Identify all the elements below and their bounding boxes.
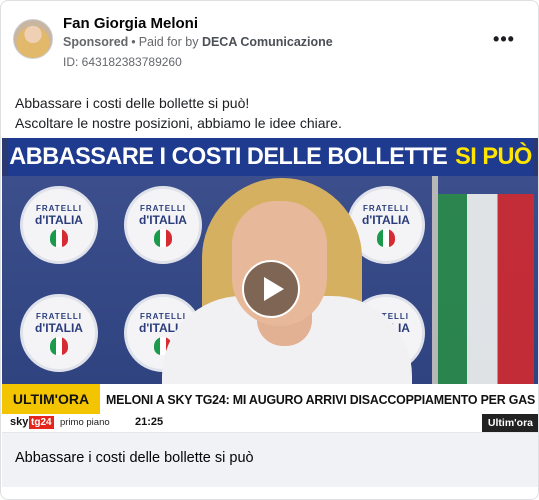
footer-title: Abbassare i costi delle bollette si può xyxy=(15,450,254,466)
page-name[interactable]: Fan Giorgia Meloni xyxy=(63,15,198,32)
flame-icon xyxy=(50,228,68,247)
more-icon: ••• xyxy=(493,29,515,49)
payer-name: DECA Comunicazione xyxy=(201,35,333,49)
ticker-text: MELONI A SKY TG24: MI AUGURO ARRIVI DISA… xyxy=(106,391,536,407)
ad-card: Fan Giorgia Meloni Sponsored • Paid for by… xyxy=(0,0,539,500)
ticker-label: ULTIM'ORA xyxy=(2,384,100,414)
paid-for-prefix: Paid for by xyxy=(138,35,199,49)
post-text-line-2: Ascoltare le nostre posizioni, abbiamo l… xyxy=(15,115,342,131)
logo-text-top: FRATELLI xyxy=(35,311,83,321)
page-avatar[interactable] xyxy=(13,19,53,59)
link-footer[interactable]: Abbassare i costi delle bollette si può xyxy=(2,432,538,487)
ad-id: ID: 643182383789260 xyxy=(63,55,182,69)
headline-white-text: ABBASSARE I COSTI DELLE BOLLETTE xyxy=(9,143,448,170)
headline-yellow-text: SI PUÒ xyxy=(455,143,532,170)
channel-strip: sky tg24 primo piano 21:25 Ultim'ora xyxy=(2,414,538,432)
italian-flag xyxy=(438,194,534,384)
video-player[interactable]: ABBASSARE I COSTI DELLE BOLLETTE SI PUÒ … xyxy=(2,138,538,432)
party-logo: FRATELLI d'ITALIA xyxy=(20,294,98,372)
logo-text-bottom: d'ITALIA xyxy=(35,212,83,227)
ultimora-badge: Ultim'ora xyxy=(481,414,538,432)
sponsored-label: Sponsored xyxy=(63,35,129,49)
program-name: primo piano xyxy=(60,417,110,428)
video-headline: ABBASSARE I COSTI DELLE BOLLETTE SI PUÒ xyxy=(8,138,533,176)
logo-text-bottom: d'ITALIA xyxy=(35,320,83,335)
more-options-button[interactable]: ••• xyxy=(490,25,518,53)
post-text-line-1: Abbassare i costi delle bollette si può! xyxy=(15,95,250,111)
party-logo: FRATELLI d'ITALIA xyxy=(20,186,98,264)
separator-dot: • xyxy=(131,35,136,49)
sky-logo: sky xyxy=(10,416,29,428)
sponsor-line: Sponsored • Paid for by DECA Comunicazione xyxy=(63,35,333,49)
post-text: Abbassare i costi delle bollette si può!… xyxy=(15,93,342,133)
post-header: Fan Giorgia Meloni Sponsored • Paid for by… xyxy=(13,13,526,73)
flame-icon xyxy=(50,336,68,355)
play-icon xyxy=(263,277,284,301)
tg24-logo: tg24 xyxy=(29,416,54,429)
logo-text-top: FRATELLI xyxy=(35,203,83,213)
news-ticker: ULTIM'ORA MELONI A SKY TG24: MI AUGURO A… xyxy=(2,384,538,414)
broadcast-time: 21:25 xyxy=(135,416,164,428)
play-button[interactable] xyxy=(242,260,300,318)
